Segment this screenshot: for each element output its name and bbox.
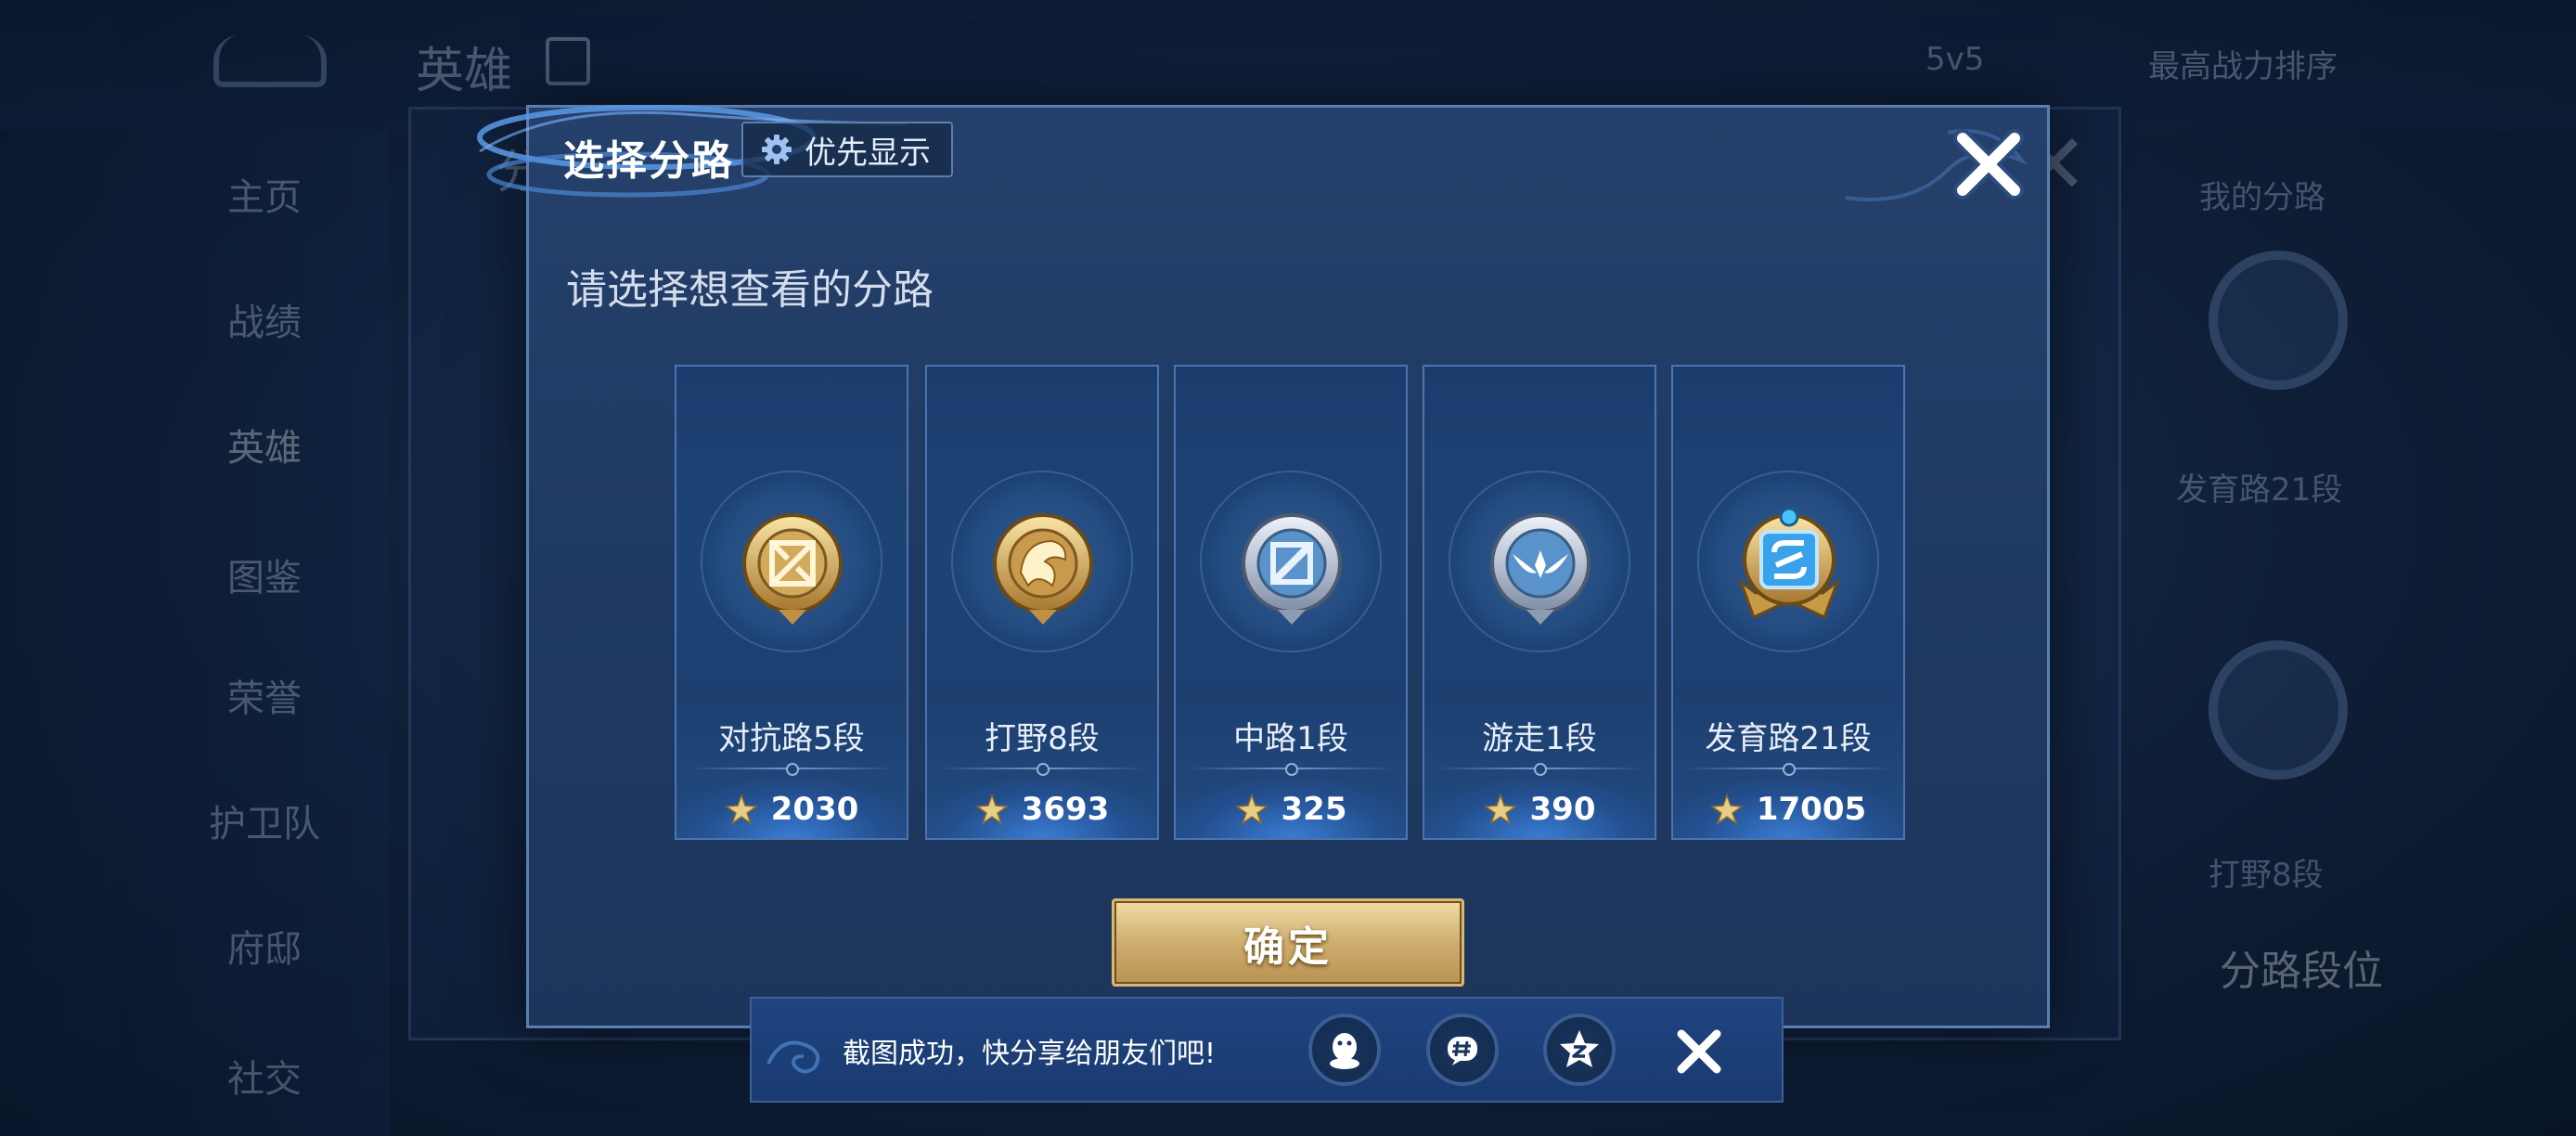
lane-card-farm[interactable]: 发育路21段 17005 [1671,365,1905,840]
nav-item-home: 主页 [227,176,302,219]
nav-item-atlas: 图鉴 [227,557,302,600]
nav-item-record: 战绩 [227,302,302,344]
nav-item-social: 社交 [227,1058,302,1101]
lane-score-row: 325 [1176,781,1406,838]
lane-card-clash[interactable]: 对抗路5段 2030 [675,365,908,840]
nav-item-guard: 护卫队 [209,803,320,846]
lane-name-jungle: 打野8段 [985,720,1100,757]
divider [688,763,895,776]
lane-name-farm: 发育路21段 [1705,720,1872,757]
my-lane-label: 我的分路 [2199,179,2325,216]
lane-card-jungle[interactable]: 打野8段 3693 [925,365,1159,840]
gear-icon [762,135,792,164]
confirm-button[interactable]: 确定 [1112,898,1464,987]
lane-score-farm: 17005 [1756,791,1867,828]
lane-score-row: 390 [1424,781,1655,838]
nav-item-honor: 荣誉 [227,678,302,720]
share-qq-button[interactable] [1308,1013,1381,1086]
background-jungle-badge-icon [2209,640,2348,780]
lane-score-clash: 2030 [770,791,859,828]
side-nav [0,130,390,1136]
power-star-icon [1234,794,1269,825]
dialog-title: 选择分路 [563,137,734,185]
background-lane-rank-2: 打野8段 [2209,857,2324,894]
qq-icon [1330,1033,1359,1069]
lane-select-dialog: 选择分路 优先显示 请选择想查看的分路 对抗路5段 2030 打野8段 3693… [477,105,2050,1028]
list-icon [546,37,590,85]
power-star-icon [1709,794,1744,825]
lane-name-clash: 对抗路5段 [718,720,865,757]
cloud-swirl-icon [766,1040,820,1074]
qzone-icon [1560,1030,1599,1067]
share-toast: 截图成功，快分享给朋友们吧! [750,997,1784,1103]
share-moments-button[interactable] [1426,1013,1499,1086]
lane-card-mid[interactable]: 中路1段 325 [1174,365,1408,840]
power-star-icon [1483,794,1517,825]
divider [1684,763,1892,776]
lane-score-mid: 325 [1281,791,1347,828]
lane-score-row: 3693 [927,781,1157,838]
lane-score-row: 2030 [676,781,907,838]
lane-card-roam[interactable]: 游走1段 390 [1423,365,1656,840]
close-icon[interactable] [1944,120,2033,209]
background-lane-rank: 发育路21段 [2176,471,2343,509]
dialog-header: 选择分路 优先显示 [477,105,2050,221]
power-star-icon [724,794,758,825]
divider [938,763,1146,776]
lane-score-jungle: 3693 [1021,791,1110,828]
priority-display-button[interactable]: 优先显示 [741,122,953,177]
lane-options: 对抗路5段 2030 打野8段 3693 中路1段 325 游走1段 390 发… [675,365,1909,840]
lane-score-row: 17005 [1673,781,1903,838]
mid-lane-badge-icon [1242,513,1342,625]
lane-name-mid: 中路1段 [1233,720,1348,757]
background-farm-badge-icon [2209,251,2348,390]
divider [1187,763,1395,776]
sort-select: 最高战力排序 [2148,48,2338,85]
lane-name-roam: 游走1段 [1482,720,1597,757]
roam-wings-badge-icon [1490,513,1591,625]
farm-lane-badge-icon [1737,508,1841,620]
background-lane-rank-button: 分路段位 [2220,948,2383,995]
game-logo-icon [213,35,327,87]
priority-display-label: 优先显示 [805,134,931,172]
nav-item-mansion: 府邸 [227,928,302,971]
power-star-icon [974,794,1009,825]
toast-message: 截图成功，快分享给朋友们吧! [843,1038,1217,1070]
clash-lane-badge-icon [742,513,843,625]
mode-select: 5v5 [1926,41,1985,78]
jungle-dragon-badge-icon [993,513,1093,625]
lane-score-roam: 390 [1529,791,1596,828]
divider [1436,763,1643,776]
dialog-subtitle: 请选择想查看的分路 [566,266,934,314]
wechat-moments-icon [1448,1037,1477,1065]
toast-close-icon[interactable] [1670,1023,1728,1080]
nav-item-hero: 英雄 [227,427,302,470]
share-qzone-button[interactable] [1543,1013,1616,1086]
